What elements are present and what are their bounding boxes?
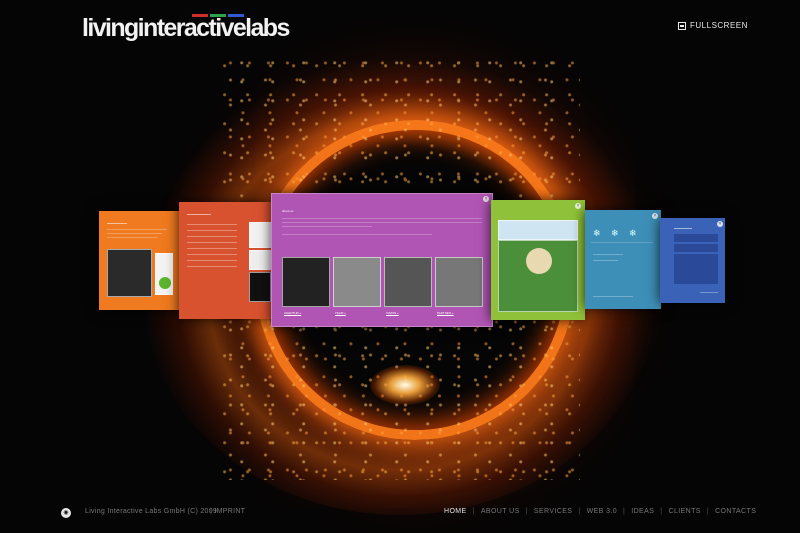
nav-contacts[interactable]: CONTACTS bbox=[715, 508, 756, 515]
form-field[interactable] bbox=[674, 234, 718, 242]
panel-thumbnail[interactable] bbox=[498, 220, 578, 240]
panel-heading-line bbox=[674, 228, 692, 229]
panel-text-line bbox=[282, 234, 432, 235]
panel-green[interactable]: × bbox=[491, 200, 585, 320]
form-submit-line[interactable] bbox=[700, 292, 718, 293]
link-vision[interactable]: VISION » bbox=[386, 311, 399, 315]
fullscreen-label: FULLSCREEN bbox=[690, 21, 748, 30]
nav-services[interactable]: SERVICES bbox=[534, 508, 572, 515]
nav-separator: | bbox=[578, 508, 581, 515]
footer-separator: | bbox=[210, 508, 213, 515]
panel-text-line bbox=[282, 218, 482, 219]
panel-heading-line bbox=[107, 223, 127, 224]
snowflake-icon[interactable]: ❄ bbox=[629, 228, 637, 239]
form-field[interactable] bbox=[674, 244, 718, 252]
panel-teal[interactable]: × ❄ ❄ ❄ bbox=[585, 210, 661, 309]
close-icon[interactable]: × bbox=[575, 203, 581, 209]
close-icon[interactable]: × bbox=[717, 221, 723, 227]
logo-text: livinginteractivelabs bbox=[82, 14, 290, 42]
panel-text-line bbox=[282, 222, 482, 223]
panel-title: about us bbox=[282, 209, 294, 213]
panel-heading-line bbox=[187, 214, 211, 215]
thumb-partner[interactable] bbox=[435, 257, 483, 307]
nav-separator: | bbox=[660, 508, 663, 515]
panel-blue[interactable]: × bbox=[660, 218, 725, 303]
nav-about-us[interactable]: ABOUT US bbox=[481, 508, 520, 515]
panel-list-line bbox=[187, 260, 237, 261]
panel-thumbnail[interactable] bbox=[249, 222, 271, 248]
main-nav: HOME | ABOUT US | SERVICES | WEB 3.0 | I… bbox=[444, 508, 756, 515]
panel-list-line bbox=[187, 224, 237, 225]
panel-text-line bbox=[593, 260, 618, 261]
panel-list-line bbox=[187, 266, 237, 267]
panel-text-line bbox=[593, 296, 633, 297]
logo-bar-red bbox=[192, 14, 208, 17]
imprint-label: IMPRINT bbox=[214, 508, 246, 515]
badge-icon bbox=[159, 277, 171, 289]
imprint-link[interactable]: | IMPRINT bbox=[210, 508, 245, 515]
close-icon[interactable]: × bbox=[652, 213, 658, 219]
panel-orange[interactable] bbox=[99, 211, 181, 310]
link-agentur[interactable]: AGENTUR » bbox=[284, 311, 301, 315]
thumb-agentur[interactable] bbox=[282, 257, 330, 307]
panel-text-line bbox=[282, 226, 372, 227]
snowflake-icon[interactable]: ❄ bbox=[593, 228, 601, 239]
panel-thumbnail[interactable] bbox=[249, 250, 271, 270]
panel-text-line bbox=[107, 233, 162, 234]
panel-about-us[interactable]: about us × AGENTUR » TEAM » VISION » PAR… bbox=[271, 193, 493, 327]
copyright-text: Living Interactive Labs GmbH (C) 2009 bbox=[85, 508, 218, 515]
sound-icon[interactable]: ◉ bbox=[61, 508, 71, 518]
link-team[interactable]: TEAM » bbox=[335, 311, 346, 315]
nav-separator: | bbox=[525, 508, 528, 515]
link-partner[interactable]: PARTNER » bbox=[437, 311, 454, 315]
lens-flare bbox=[370, 365, 440, 405]
nav-separator: | bbox=[623, 508, 626, 515]
fullscreen-icon bbox=[678, 21, 686, 30]
panel-list-line bbox=[187, 236, 237, 237]
panel-divider bbox=[591, 242, 653, 243]
panel-list-line bbox=[187, 254, 237, 255]
plant-icon bbox=[526, 248, 552, 274]
footer bbox=[0, 498, 800, 533]
nav-separator: | bbox=[706, 508, 710, 515]
logo-bar-green bbox=[210, 14, 226, 17]
panel-list-line bbox=[187, 230, 237, 231]
panel-text-line bbox=[593, 254, 623, 255]
close-icon[interactable]: × bbox=[483, 196, 489, 202]
panel-text-line bbox=[107, 229, 167, 230]
stage: livinginteractivelabs FULLSCREEN about u… bbox=[0, 0, 800, 533]
thumb-team[interactable] bbox=[333, 257, 381, 307]
nav-clients[interactable]: CLIENTS bbox=[668, 508, 700, 515]
nav-home[interactable]: HOME bbox=[444, 508, 467, 515]
thumb-vision[interactable] bbox=[384, 257, 432, 307]
panel-list-line bbox=[187, 242, 237, 243]
snowflake-icon[interactable]: ❄ bbox=[611, 228, 619, 239]
panel-list-line bbox=[187, 248, 237, 249]
fullscreen-button[interactable]: FULLSCREEN bbox=[678, 21, 748, 30]
form-textarea[interactable] bbox=[674, 254, 718, 284]
panel-thumbnail[interactable] bbox=[107, 249, 152, 297]
logo-bar-blue bbox=[228, 14, 244, 17]
logo[interactable]: livinginteractivelabs bbox=[82, 10, 290, 46]
nav-separator: | bbox=[472, 508, 475, 515]
panel-red[interactable] bbox=[179, 202, 271, 319]
nav-ideas[interactable]: IDEAS bbox=[631, 508, 654, 515]
panel-thumbnail[interactable] bbox=[249, 272, 271, 302]
nav-web-3[interactable]: WEB 3.0 bbox=[587, 508, 617, 515]
panel-text-line bbox=[107, 237, 157, 238]
